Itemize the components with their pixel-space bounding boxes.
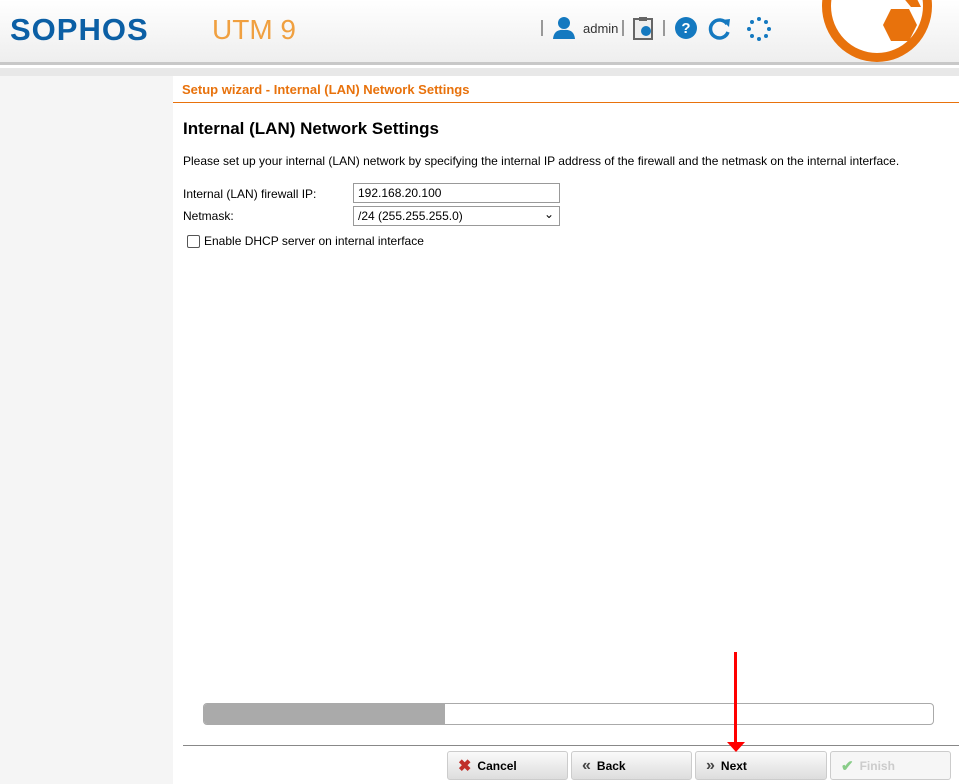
dhcp-label: Enable DHCP server on internal interface [204, 234, 424, 248]
user-name[interactable]: admin [583, 21, 618, 36]
cancel-button[interactable]: ✖ Cancel [447, 751, 568, 780]
netmask-label: Netmask: [183, 209, 234, 223]
spinner-icon [747, 17, 771, 41]
finish-button[interactable]: ✔ Finish [830, 751, 951, 780]
netmask-select[interactable]: /24 (255.255.255.0) ⌄ [353, 206, 560, 226]
chevron-down-icon: ⌄ [543, 207, 554, 221]
back-label: Back [596, 758, 626, 773]
header-strip [0, 68, 959, 76]
description: Please set up your internal (LAN) networ… [183, 154, 900, 168]
ip-input[interactable] [353, 183, 560, 203]
annotation-arrowhead [727, 742, 745, 752]
progress-fill [204, 704, 445, 724]
cancel-label: Cancel [477, 758, 517, 773]
divider [663, 20, 665, 36]
finish-label: Finish [859, 758, 895, 773]
dhcp-checkbox[interactable]: Enable DHCP server on internal interface [187, 234, 424, 248]
sidebar [0, 76, 173, 784]
svg-text:?: ? [681, 20, 690, 37]
log-viewer-icon[interactable] [632, 16, 654, 40]
ip-label: Internal (LAN) firewall IP: [183, 187, 317, 201]
divider [622, 20, 624, 36]
double-chevron-right-icon: » [706, 756, 715, 774]
netmask-value: /24 (255.255.255.0) [358, 209, 463, 223]
product-name: UTM 9 [212, 14, 296, 45]
sophos-logo: SOPHOS [10, 12, 149, 47]
sophos-emblem [822, 0, 932, 62]
divider [183, 745, 959, 746]
checkbox-icon[interactable] [187, 234, 200, 248]
progress-bar [203, 703, 934, 725]
close-icon: ✖ [458, 757, 472, 775]
reload-icon[interactable] [708, 16, 732, 40]
divider [541, 20, 543, 36]
check-icon: ✔ [841, 757, 854, 775]
user-icon[interactable] [552, 16, 576, 40]
page-title: Internal (LAN) Network Settings [183, 119, 439, 138]
next-button[interactable]: » Next [695, 751, 827, 780]
back-button[interactable]: « Back [571, 751, 692, 780]
help-icon[interactable]: ? [674, 16, 698, 40]
annotation-arrow [734, 652, 737, 744]
next-label: Next [720, 758, 747, 773]
header: SOPHOS UTM 9 admin ? [0, 0, 959, 65]
wizard-title: Setup wizard - Internal (LAN) Network Se… [173, 76, 959, 103]
double-chevron-left-icon: « [582, 756, 591, 774]
